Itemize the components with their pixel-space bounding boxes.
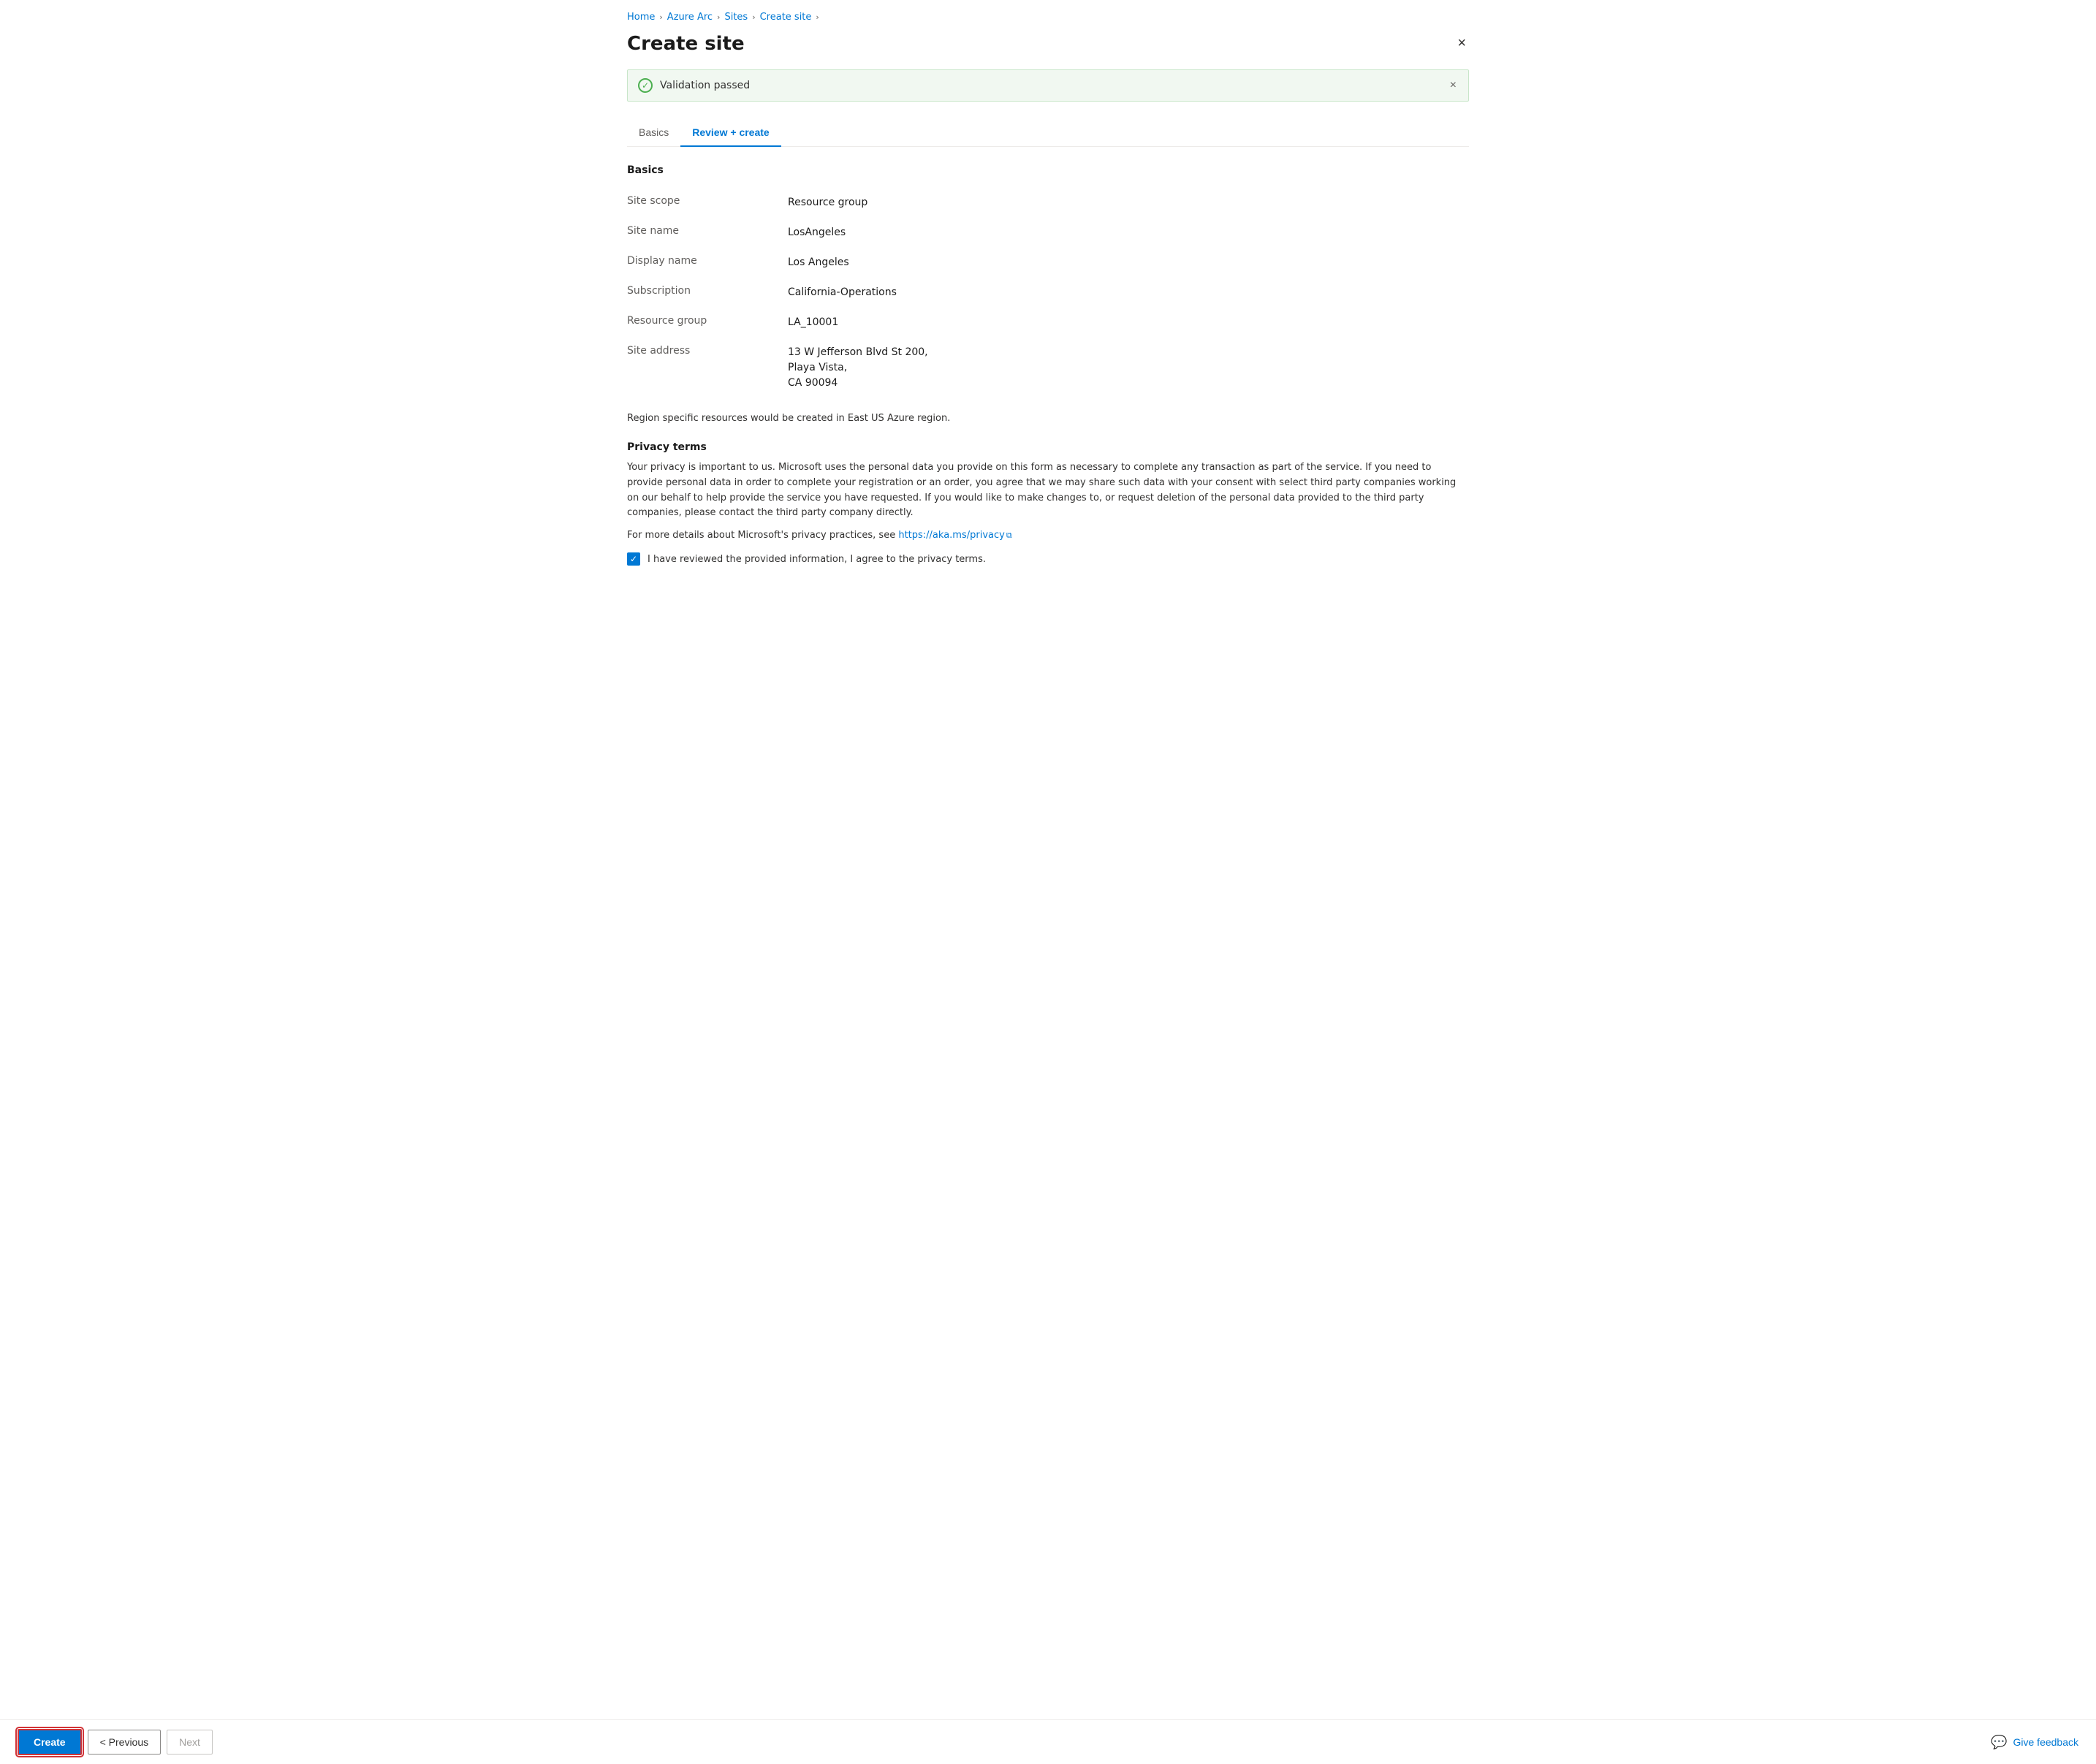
validation-icon: ✓ [638,78,653,93]
footer-left: Create < Previous Next [18,1729,213,1755]
feedback-icon: 💬 [1991,1735,2007,1750]
privacy-link-prefix: For more details about Microsoft's priva… [627,530,898,541]
field-display-name: Display name Los Angeles [627,248,1469,278]
field-label-site-address: Site address [627,345,788,357]
field-resource-group: Resource group LA_10001 [627,308,1469,338]
basics-heading: Basics [627,164,1469,176]
field-value-site-name: LosAngeles [788,225,846,240]
privacy-section: Privacy terms Your privacy is important … [627,441,1469,541]
field-site-scope: Site scope Resource group [627,188,1469,218]
breadcrumb: Home › Azure Arc › Sites › Create site › [627,12,1469,23]
field-label-subscription: Subscription [627,285,788,297]
tab-review-create[interactable]: Review + create [680,119,781,147]
field-label-site-scope: Site scope [627,195,788,207]
basics-section: Basics Site scope Resource group Site na… [627,164,1469,398]
tabs: Basics Review + create [627,119,1469,147]
field-label-site-name: Site name [627,225,788,237]
previous-button[interactable]: < Previous [88,1730,162,1755]
breadcrumb-sep-4: › [816,12,819,22]
validation-text: Validation passed [660,80,750,91]
privacy-link-line: For more details about Microsoft's priva… [627,530,1469,541]
field-value-site-scope: Resource group [788,195,867,210]
next-button: Next [167,1730,213,1755]
feedback-label: Give feedback [2013,1736,2079,1748]
breadcrumb-sep-1: › [659,12,662,22]
close-button[interactable]: × [1454,33,1469,53]
breadcrumb-home[interactable]: Home [627,12,655,23]
privacy-checkbox[interactable]: ✓ [627,552,640,566]
page-title: Create site [627,33,745,55]
field-label-display-name: Display name [627,255,788,267]
tab-basics[interactable]: Basics [627,119,680,147]
breadcrumb-azure-arc[interactable]: Azure Arc [667,12,713,23]
field-site-name: Site name LosAngeles [627,218,1469,248]
breadcrumb-sep-2: › [717,12,720,22]
create-button[interactable]: Create [18,1729,82,1755]
field-site-address: Site address 13 W Jefferson Blvd St 200,… [627,338,1469,398]
privacy-link[interactable]: https://aka.ms/privacy [898,530,1005,541]
field-value-site-address: 13 W Jefferson Blvd St 200, Playa Vista,… [788,345,928,391]
privacy-checkbox-row[interactable]: ✓ I have reviewed the provided informati… [627,552,1469,566]
privacy-checkbox-label: I have reviewed the provided information… [648,554,986,565]
footer: Create < Previous Next 💬 Give feedback [0,1719,2096,1764]
field-value-subscription: California-Operations [788,285,897,300]
banner-close-button[interactable]: × [1448,77,1458,94]
breadcrumb-sep-3: › [752,12,755,22]
main-content: Basics Review + create Basics Site scope… [627,119,1469,647]
external-link-icon: ⧉ [1006,531,1012,540]
privacy-title: Privacy terms [627,441,1469,453]
privacy-body: Your privacy is important to us. Microso… [627,460,1469,521]
breadcrumb-sites[interactable]: Sites [724,12,748,23]
page-header: Create site × [627,33,1469,55]
field-label-resource-group: Resource group [627,315,788,327]
field-value-resource-group: LA_10001 [788,315,838,330]
validation-left: ✓ Validation passed [638,78,750,93]
breadcrumb-create-site[interactable]: Create site [760,12,812,23]
field-value-display-name: Los Angeles [788,255,849,270]
give-feedback-button[interactable]: 💬 Give feedback [1991,1735,2078,1750]
validation-banner: ✓ Validation passed × [627,69,1469,102]
region-note: Region specific resources would be creat… [627,413,1469,424]
checkmark-icon: ✓ [630,555,637,563]
field-subscription: Subscription California-Operations [627,278,1469,308]
